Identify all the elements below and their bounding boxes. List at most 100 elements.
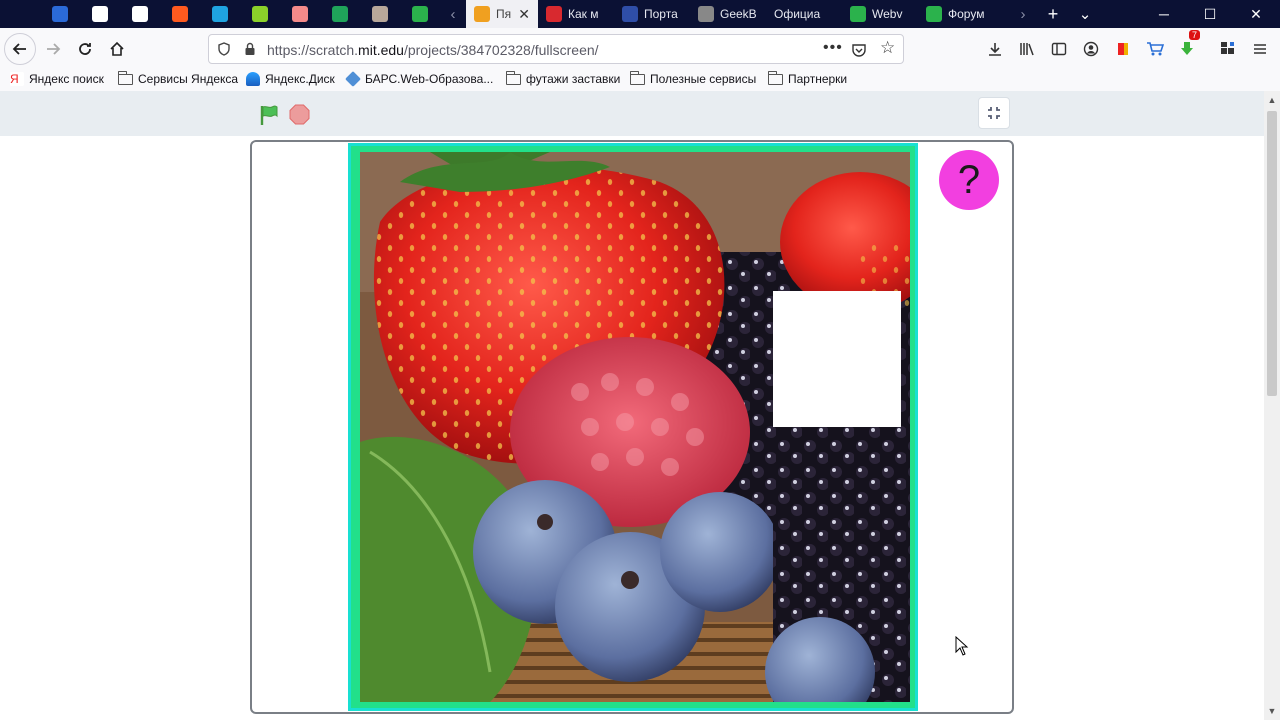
reload-button[interactable] — [69, 33, 101, 65]
mouse-cursor-icon — [955, 636, 969, 656]
pocket-icon[interactable] — [851, 42, 867, 58]
ips-icon — [546, 6, 562, 22]
geekbrains-icon — [698, 6, 714, 22]
orange-circle-icon — [172, 6, 188, 22]
tab[interactable]: Форум — [918, 0, 994, 28]
download-badge: 7 — [1189, 30, 1201, 40]
home-button[interactable] — [101, 33, 133, 65]
bookmark-item[interactable]: Сервисы Яндекса — [117, 70, 238, 86]
stop-icon[interactable] — [289, 104, 310, 125]
tab-active[interactable]: Пя ✕ — [466, 0, 538, 28]
kt-icon — [412, 6, 428, 22]
tab[interactable]: Как м — [538, 0, 614, 28]
page-actions-menu-icon[interactable]: ••• — [823, 39, 843, 57]
bookmark-item[interactable]: Я Яндекс поиск — [10, 72, 104, 86]
russia-flag-icon — [622, 6, 638, 22]
tab-label: Webv — [872, 7, 903, 21]
page-scrollbar[interactable]: ▲ ▼ — [1264, 91, 1280, 720]
yandex-disk-icon — [246, 72, 260, 86]
back-button[interactable] — [4, 33, 36, 65]
home-icon — [110, 41, 124, 56]
project-stage[interactable]: ? — [250, 140, 1014, 714]
bookmarks-toolbar: Я Яндекс поиск Сервисы Яндекса Яндекс.Диск Б… — [0, 70, 1280, 91]
shield-icon[interactable] — [217, 42, 231, 56]
bookmark-item[interactable]: Полезные сервисы — [629, 70, 757, 86]
lightbulb-icon — [474, 6, 490, 22]
url-bar[interactable]: https://scratch.mit.edu/projects/3847023… — [208, 34, 904, 64]
downloads-icon[interactable] — [985, 39, 1005, 59]
list-all-tabs-icon[interactable]: ⌄ — [1072, 0, 1098, 28]
bookmark-label: Яндекс поиск — [29, 72, 104, 86]
extensions-icon[interactable] — [1218, 39, 1238, 59]
green-leaf-icon — [252, 6, 268, 22]
webvork-icon — [850, 6, 866, 22]
avatar-icon — [372, 6, 388, 22]
account-icon[interactable] — [1081, 39, 1101, 59]
bookmark-item[interactable]: Яндекс.Диск — [246, 72, 335, 86]
forward-button[interactable] — [37, 33, 69, 65]
scroll-down-arrow-icon[interactable]: ▼ — [1264, 704, 1280, 718]
pinned-tab[interactable] — [80, 0, 120, 28]
folder-icon — [505, 70, 521, 85]
tab[interactable]: GeekB — [690, 0, 766, 28]
tab[interactable]: Порта — [614, 0, 690, 28]
scroll-thumb[interactable] — [1267, 111, 1277, 396]
bookmark-item[interactable]: БАРС.Web-Образова... — [345, 71, 493, 87]
pinned-tab[interactable] — [320, 0, 360, 28]
library-icon[interactable] — [1017, 39, 1037, 59]
url-text[interactable]: https://scratch.mit.edu/projects/3847023… — [267, 42, 599, 58]
help-button[interactable]: ? — [939, 150, 999, 210]
pinned-tab[interactable] — [40, 0, 80, 28]
menu-hamburger-icon[interactable] — [1250, 39, 1270, 59]
exit-fullscreen-icon — [988, 107, 1000, 119]
tab[interactable]: Официа — [766, 0, 842, 28]
yandex-icon: Я — [10, 72, 24, 86]
bookmark-item[interactable]: Партнерки — [767, 70, 847, 86]
bookmark-star-icon[interactable]: ☆ — [880, 38, 895, 58]
pinned-tab[interactable] — [280, 0, 320, 28]
bookmark-item[interactable]: футажи заставки — [505, 70, 621, 86]
new-tab-button[interactable]: + — [1040, 0, 1066, 28]
pinned-tab[interactable] — [120, 0, 160, 28]
exit-fullscreen-button[interactable] — [978, 97, 1010, 129]
tab-label: Порта — [644, 7, 678, 21]
bookmark-label: футажи заставки — [526, 72, 621, 86]
pinned-tab[interactable] — [200, 0, 240, 28]
tab-label: Форум — [948, 7, 985, 21]
minimize-button[interactable]: ─ — [1141, 0, 1187, 28]
bookmark-label: Полезные сервисы — [650, 72, 757, 86]
flag-extension-icon[interactable] — [1113, 39, 1133, 59]
sidebar-icon[interactable] — [1049, 39, 1069, 59]
pinned-tab[interactable] — [160, 0, 200, 28]
close-tab-icon[interactable]: ✕ — [518, 6, 530, 23]
ice-cream-icon — [292, 6, 308, 22]
folder-icon — [629, 70, 645, 85]
pinned-tab[interactable] — [240, 0, 280, 28]
stage-header — [0, 91, 1264, 136]
download-extension-icon[interactable]: 7 — [1177, 30, 1201, 59]
close-window-button[interactable]: ✕ — [1233, 0, 1279, 28]
lock-icon[interactable] — [243, 42, 257, 56]
chatgpt-icon — [92, 6, 108, 22]
pinned-tab[interactable] — [360, 0, 400, 28]
scroll-tabs-left-icon[interactable]: ‹ — [440, 0, 466, 28]
forum-icon — [926, 6, 942, 22]
tab-label: Как м — [568, 7, 599, 21]
tab-list: Пя ✕ Как м Порта GeekB Официа Webv Форум — [466, 0, 994, 28]
folder-icon — [117, 70, 133, 85]
folder-icon — [767, 70, 783, 85]
back-arrow-icon — [12, 43, 26, 55]
scroll-up-arrow-icon[interactable]: ▲ — [1264, 93, 1280, 107]
green-plus-icon — [332, 6, 348, 22]
tab-label: GeekB — [720, 7, 757, 21]
tab-strip: ‹ Пя ✕ Как м Порта GeekB Официа Webv Форум › + … — [0, 0, 1280, 28]
fruit-puzzle-image[interactable] — [360, 152, 910, 702]
scroll-tabs-right-icon[interactable]: › — [1010, 0, 1036, 28]
green-flag-icon[interactable] — [258, 104, 280, 126]
tab-label: Пя — [496, 7, 512, 21]
maximize-button[interactable]: ☐ — [1187, 0, 1233, 28]
cart-extension-icon[interactable] — [1145, 39, 1165, 59]
navigation-toolbar: https://scratch.mit.edu/projects/3847023… — [0, 28, 1280, 70]
tab[interactable]: Webv — [842, 0, 918, 28]
pinned-tab[interactable] — [400, 0, 440, 28]
